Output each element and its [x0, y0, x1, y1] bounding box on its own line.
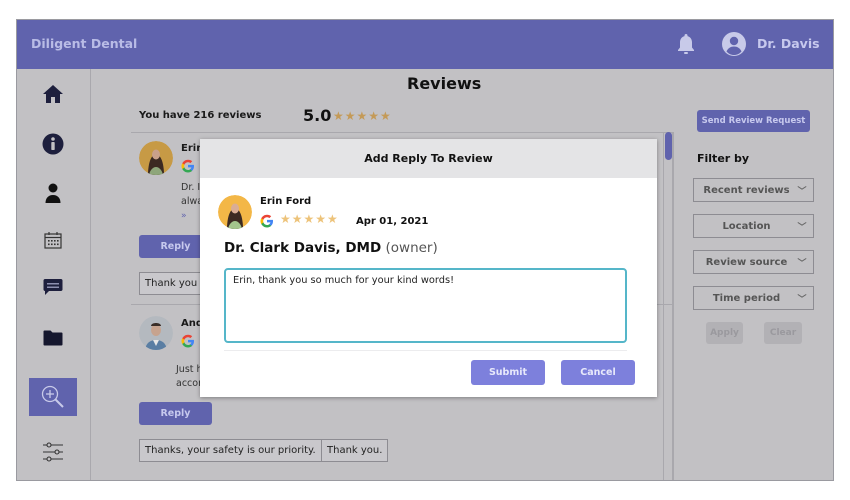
info-icon — [42, 133, 64, 155]
sidebar-item-messages[interactable] — [29, 268, 77, 306]
filter-recent-reviews-select[interactable]: Recent reviews ﹀ — [693, 178, 814, 202]
owner-name: Dr. Clark Davis, DMD — [224, 240, 382, 256]
google-icon — [181, 334, 194, 348]
google-icon — [181, 159, 194, 173]
divider — [224, 350, 627, 351]
review-text-line: Dr. I — [181, 182, 201, 193]
top-header: Diligent Dental Dr. Davis — [17, 20, 833, 69]
user-circle-icon[interactable] — [722, 32, 746, 56]
review-date: Apr 01, 2021 — [356, 216, 429, 227]
quick-reply-chip[interactable]: Thank you. — [321, 439, 389, 462]
calendar-icon — [44, 232, 62, 249]
chat-icon — [43, 279, 63, 295]
divider — [131, 132, 673, 133]
owner-tag: (owner) — [385, 240, 438, 256]
add-reply-modal: Add Reply To Review Erin Ford ★★★★★ Apr … — [200, 139, 657, 397]
select-label: Location — [722, 220, 771, 232]
quick-reply-chip[interactable]: Thanks, your safety is our priority. — [139, 439, 322, 462]
folder-icon — [43, 330, 63, 346]
zoom-in-icon — [41, 385, 64, 408]
sliders-icon — [43, 442, 63, 462]
reviewer-name: Erin Ford — [260, 196, 312, 207]
average-stars: ★★★★★ — [333, 109, 392, 123]
chevron-down-icon: ﹀ — [797, 186, 807, 197]
reviewer-avatar — [139, 141, 173, 175]
chevron-down-icon: ﹀ — [797, 222, 807, 233]
filter-review-source-select[interactable]: Review source ﹀ — [693, 250, 814, 274]
sidebar-item-patients[interactable] — [29, 174, 77, 212]
chevron-down-icon: ﹀ — [797, 294, 807, 305]
page-title: Reviews — [407, 74, 482, 93]
sidebar-item-home[interactable] — [29, 75, 77, 113]
select-label: Review source — [705, 256, 788, 268]
sidebar — [17, 69, 91, 480]
scrollbar-thumb[interactable] — [665, 132, 672, 160]
filter-title: Filter by — [697, 152, 750, 165]
bell-icon[interactable] — [675, 32, 697, 56]
review-text-line: accor — [176, 378, 202, 389]
select-label: Recent reviews — [703, 184, 790, 196]
brand-name[interactable]: Diligent Dental — [31, 36, 137, 51]
quick-reply-chip[interactable]: Thank you s — [139, 272, 209, 295]
filter-time-period-select[interactable]: Time period ﹀ — [693, 286, 814, 310]
person-icon — [45, 183, 61, 203]
filter-location-select[interactable]: Location ﹀ — [693, 214, 814, 238]
average-rating: 5.0 — [303, 106, 332, 125]
review-list-scrollbar[interactable] — [663, 132, 673, 480]
sidebar-item-settings[interactable] — [29, 433, 77, 471]
google-icon — [260, 214, 273, 228]
modal-title: Add Reply To Review — [200, 139, 657, 178]
clear-filters-button[interactable]: Clear — [764, 322, 802, 344]
apply-filters-button[interactable]: Apply — [706, 322, 743, 344]
review-count: You have 216 reviews — [139, 110, 262, 121]
reply-button[interactable]: Reply — [139, 402, 212, 425]
review-stars: ★★★★★ — [280, 212, 339, 226]
reviewer-avatar — [218, 195, 252, 229]
app-window: Diligent Dental Dr. Davis Reviews You ha… — [16, 19, 834, 481]
home-icon — [43, 85, 63, 103]
divider — [673, 132, 674, 480]
select-label: Time period — [712, 292, 781, 304]
user-name[interactable]: Dr. Davis — [757, 36, 820, 51]
cancel-button[interactable]: Cancel — [561, 360, 635, 385]
sidebar-item-info[interactable] — [29, 125, 77, 163]
owner-label: Dr. Clark Davis, DMD (owner) — [224, 240, 438, 256]
review-text-line: Just h — [176, 364, 203, 375]
send-review-request-button[interactable]: Send Review Request — [697, 110, 810, 132]
submit-button[interactable]: Submit — [471, 360, 545, 385]
reviewer-avatar — [139, 316, 173, 350]
sidebar-item-reviews[interactable] — [29, 378, 77, 416]
read-more-link[interactable]: » — [181, 211, 187, 221]
sidebar-item-calendar[interactable] — [29, 221, 77, 259]
reply-textarea[interactable]: Erin, thank you so much for your kind wo… — [224, 268, 627, 343]
sidebar-item-files[interactable] — [29, 319, 77, 357]
chevron-down-icon: ﹀ — [797, 258, 807, 269]
